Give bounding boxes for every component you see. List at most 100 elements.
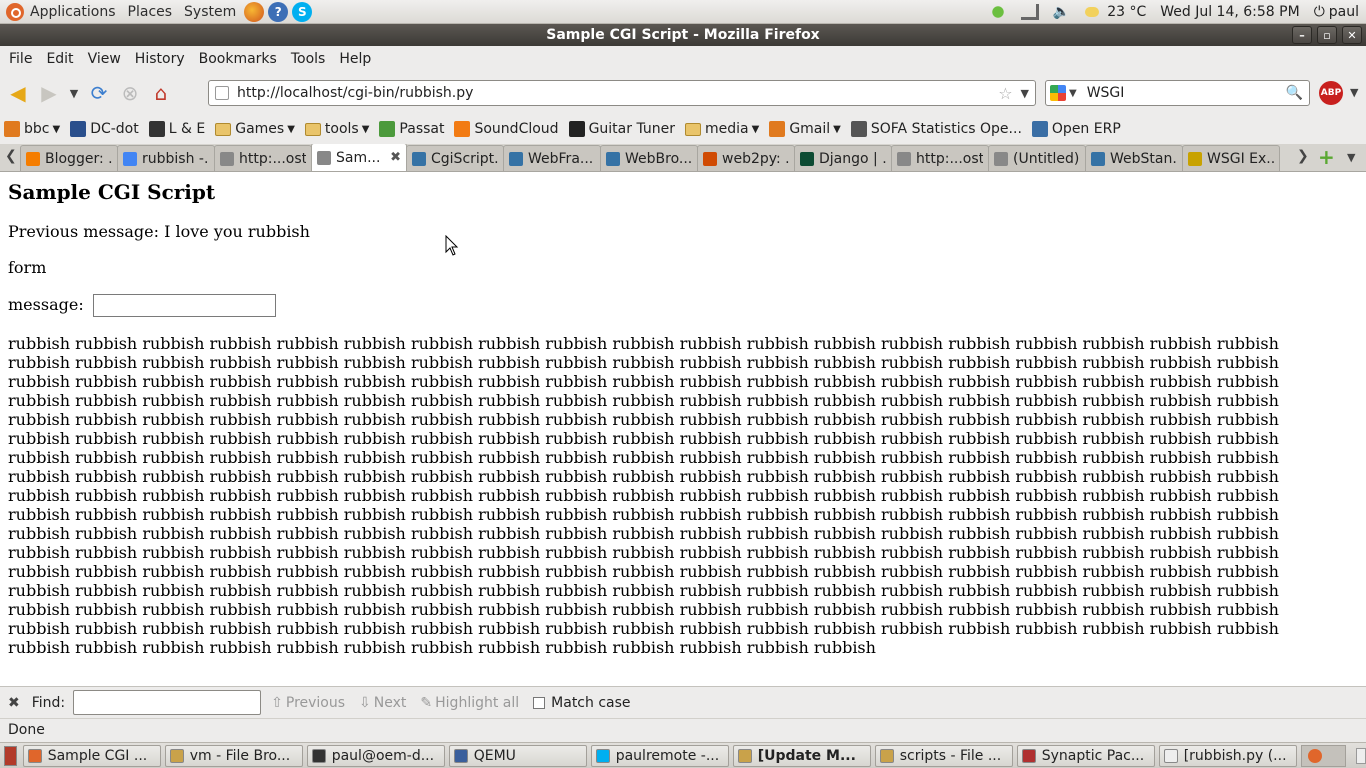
bookmark-8[interactable]: media ▼ bbox=[685, 121, 759, 137]
window-titlebar[interactable]: Sample CGI Script - Mozilla Firefox – ▫ … bbox=[0, 24, 1366, 46]
minimize-button[interactable]: – bbox=[1292, 26, 1312, 44]
adblock-plus-icon[interactable]: ABP bbox=[1319, 81, 1343, 105]
taskbar-button-2[interactable]: paul@oem-d... bbox=[306, 744, 445, 767]
maximize-button[interactable]: ▫ bbox=[1317, 26, 1337, 44]
url-bar[interactable]: ☆ ▼ bbox=[208, 80, 1036, 106]
taskbar-button-5[interactable]: [Update M... bbox=[732, 744, 871, 767]
find-next-button[interactable]: ⇩ Next bbox=[359, 695, 406, 711]
tab-9[interactable]: http:...ost/ bbox=[891, 145, 989, 171]
tab-favicon-icon bbox=[412, 151, 426, 166]
favicon-icon bbox=[1031, 121, 1048, 137]
show-desktop-icon[interactable] bbox=[4, 745, 17, 766]
history-dropdown-icon[interactable]: ▼ bbox=[67, 80, 81, 106]
volume-icon[interactable]: 🔈 bbox=[1053, 4, 1071, 20]
network-signal-icon[interactable] bbox=[1020, 3, 1039, 20]
search-magnifier-icon[interactable]: 🔍 bbox=[1286, 85, 1303, 101]
forward-button[interactable]: ▶ bbox=[36, 80, 62, 106]
arrow-up-icon: ⇧ bbox=[271, 694, 283, 711]
system-menu[interactable]: System bbox=[178, 0, 242, 24]
bookmark-0[interactable]: bbc ▼ bbox=[4, 121, 60, 137]
bookmark-4[interactable]: tools ▼ bbox=[304, 121, 369, 137]
tab-12[interactable]: WSGI Ex... bbox=[1182, 145, 1280, 171]
bookmark-6[interactable]: SoundCloud bbox=[454, 121, 559, 137]
places-menu[interactable]: Places bbox=[122, 0, 179, 24]
bookmark-2[interactable]: L & E bbox=[148, 121, 205, 137]
applications-menu[interactable]: Applications bbox=[0, 0, 122, 24]
adblock-dropdown-icon[interactable]: ▼ bbox=[1350, 86, 1358, 99]
match-case-toggle[interactable]: Match case bbox=[533, 695, 631, 711]
bookmark-1[interactable]: DC-dot bbox=[70, 121, 139, 137]
taskbar-button-8[interactable]: [rubbish.py (... bbox=[1158, 744, 1297, 767]
trash-icon[interactable] bbox=[1355, 747, 1366, 764]
bookmark-7[interactable]: Guitar Tuner bbox=[568, 121, 675, 137]
taskbar-button-7[interactable]: Synaptic Pac... bbox=[1016, 744, 1155, 767]
reload-button[interactable]: ⟳ bbox=[86, 80, 112, 106]
help-launcher-icon[interactable]: ? bbox=[268, 1, 289, 22]
update-notifier-icon[interactable] bbox=[988, 3, 1007, 20]
tab-7[interactable]: web2py: ... bbox=[697, 145, 795, 171]
favicon-icon bbox=[4, 121, 20, 137]
menu-tools[interactable]: Tools bbox=[284, 51, 333, 67]
menu-help[interactable]: Help bbox=[332, 51, 378, 67]
bookmark-11[interactable]: Open ERP bbox=[1031, 121, 1121, 137]
tab-0[interactable]: Blogger: ... bbox=[20, 145, 118, 171]
tab-10[interactable]: (Untitled) bbox=[988, 145, 1086, 171]
search-bar[interactable]: ▼ 🔍 bbox=[1045, 80, 1310, 106]
message-input[interactable] bbox=[92, 294, 276, 317]
bookmark-3[interactable]: Games ▼ bbox=[215, 121, 295, 137]
taskbar-button-4[interactable]: paulremote -... bbox=[590, 744, 729, 767]
menu-edit[interactable]: Edit bbox=[39, 51, 80, 67]
tab-1[interactable]: rubbish -... bbox=[117, 145, 215, 171]
back-button[interactable]: ◀ bbox=[5, 80, 31, 106]
close-tab-icon[interactable]: ✖ bbox=[390, 150, 401, 165]
url-dropdown-icon[interactable]: ▼ bbox=[1021, 87, 1029, 100]
search-input[interactable] bbox=[1086, 85, 1282, 101]
clock[interactable]: Wed Jul 14, 6:58 PM bbox=[1160, 4, 1299, 20]
highlight-all-button[interactable]: ✎ Highlight all bbox=[420, 695, 519, 711]
menu-view[interactable]: View bbox=[81, 51, 128, 67]
tab-6[interactable]: WebBro... bbox=[600, 145, 698, 171]
home-button[interactable]: ⌂ bbox=[148, 80, 174, 106]
taskbar-button-6[interactable]: scripts - File ... bbox=[874, 744, 1013, 767]
find-input[interactable] bbox=[73, 690, 262, 715]
find-previous-button[interactable]: ⇧ Previous bbox=[271, 695, 345, 711]
weather-widget[interactable]: 23 °C bbox=[1084, 4, 1146, 20]
taskbar-button-3[interactable]: QEMU bbox=[448, 744, 587, 767]
user-menu[interactable]: ⏻ paul bbox=[1314, 4, 1359, 20]
bookmark-5[interactable]: Passat bbox=[379, 121, 444, 137]
tab-4[interactable]: CgiScript... bbox=[406, 145, 504, 171]
bookmark-star-icon[interactable]: ☆ bbox=[998, 84, 1012, 103]
stop-button[interactable]: ⊗ bbox=[117, 80, 143, 106]
page-identity-icon[interactable] bbox=[215, 86, 229, 100]
tab-8[interactable]: Django | ... bbox=[794, 145, 892, 171]
skype-launcher-icon[interactable]: S bbox=[292, 1, 313, 22]
search-engine-icon[interactable] bbox=[1050, 85, 1066, 101]
menu-history[interactable]: History bbox=[128, 51, 192, 67]
taskbar-label: paulremote -... bbox=[615, 747, 720, 764]
bookmark-10[interactable]: SOFA Statistics Ope... bbox=[850, 121, 1022, 137]
favicon-icon bbox=[769, 121, 786, 137]
menu-bookmarks[interactable]: Bookmarks bbox=[192, 51, 284, 67]
new-tab-plus-icon[interactable]: + bbox=[1318, 145, 1335, 169]
tab-11[interactable]: WebStan... bbox=[1085, 145, 1183, 171]
url-input[interactable] bbox=[237, 85, 977, 101]
menu-file[interactable]: File bbox=[2, 51, 39, 67]
close-window-button[interactable]: ✕ bbox=[1342, 26, 1362, 44]
tab-3[interactable]: Sam... ✖ bbox=[311, 144, 407, 171]
close-findbar-icon[interactable]: ✖ bbox=[8, 695, 20, 711]
tab-2[interactable]: http:...ost/ bbox=[214, 145, 312, 171]
tab-label: WSGI Ex... bbox=[1207, 150, 1274, 167]
taskbar-button-1[interactable]: vm - File Bro... bbox=[164, 744, 303, 767]
workspace-switcher[interactable] bbox=[1300, 744, 1346, 767]
tab-label: web2py: ... bbox=[722, 150, 789, 167]
tabs-scroll-right-icon[interactable]: ❯ bbox=[1297, 148, 1309, 164]
taskbar-label: paul@oem-d... bbox=[331, 747, 435, 764]
tabs-scroll-left-icon[interactable]: ❮ bbox=[5, 148, 17, 164]
match-case-checkbox[interactable] bbox=[533, 696, 546, 709]
tab-5[interactable]: WebFra... bbox=[503, 145, 601, 171]
list-all-tabs-icon[interactable]: ▼ bbox=[1347, 151, 1355, 164]
firefox-launcher-icon[interactable] bbox=[244, 1, 265, 22]
bookmark-9[interactable]: Gmail ▼ bbox=[769, 121, 841, 137]
search-engine-dropdown-icon[interactable]: ▼ bbox=[1069, 88, 1077, 99]
taskbar-button-0[interactable]: Sample CGI ... bbox=[22, 744, 161, 767]
